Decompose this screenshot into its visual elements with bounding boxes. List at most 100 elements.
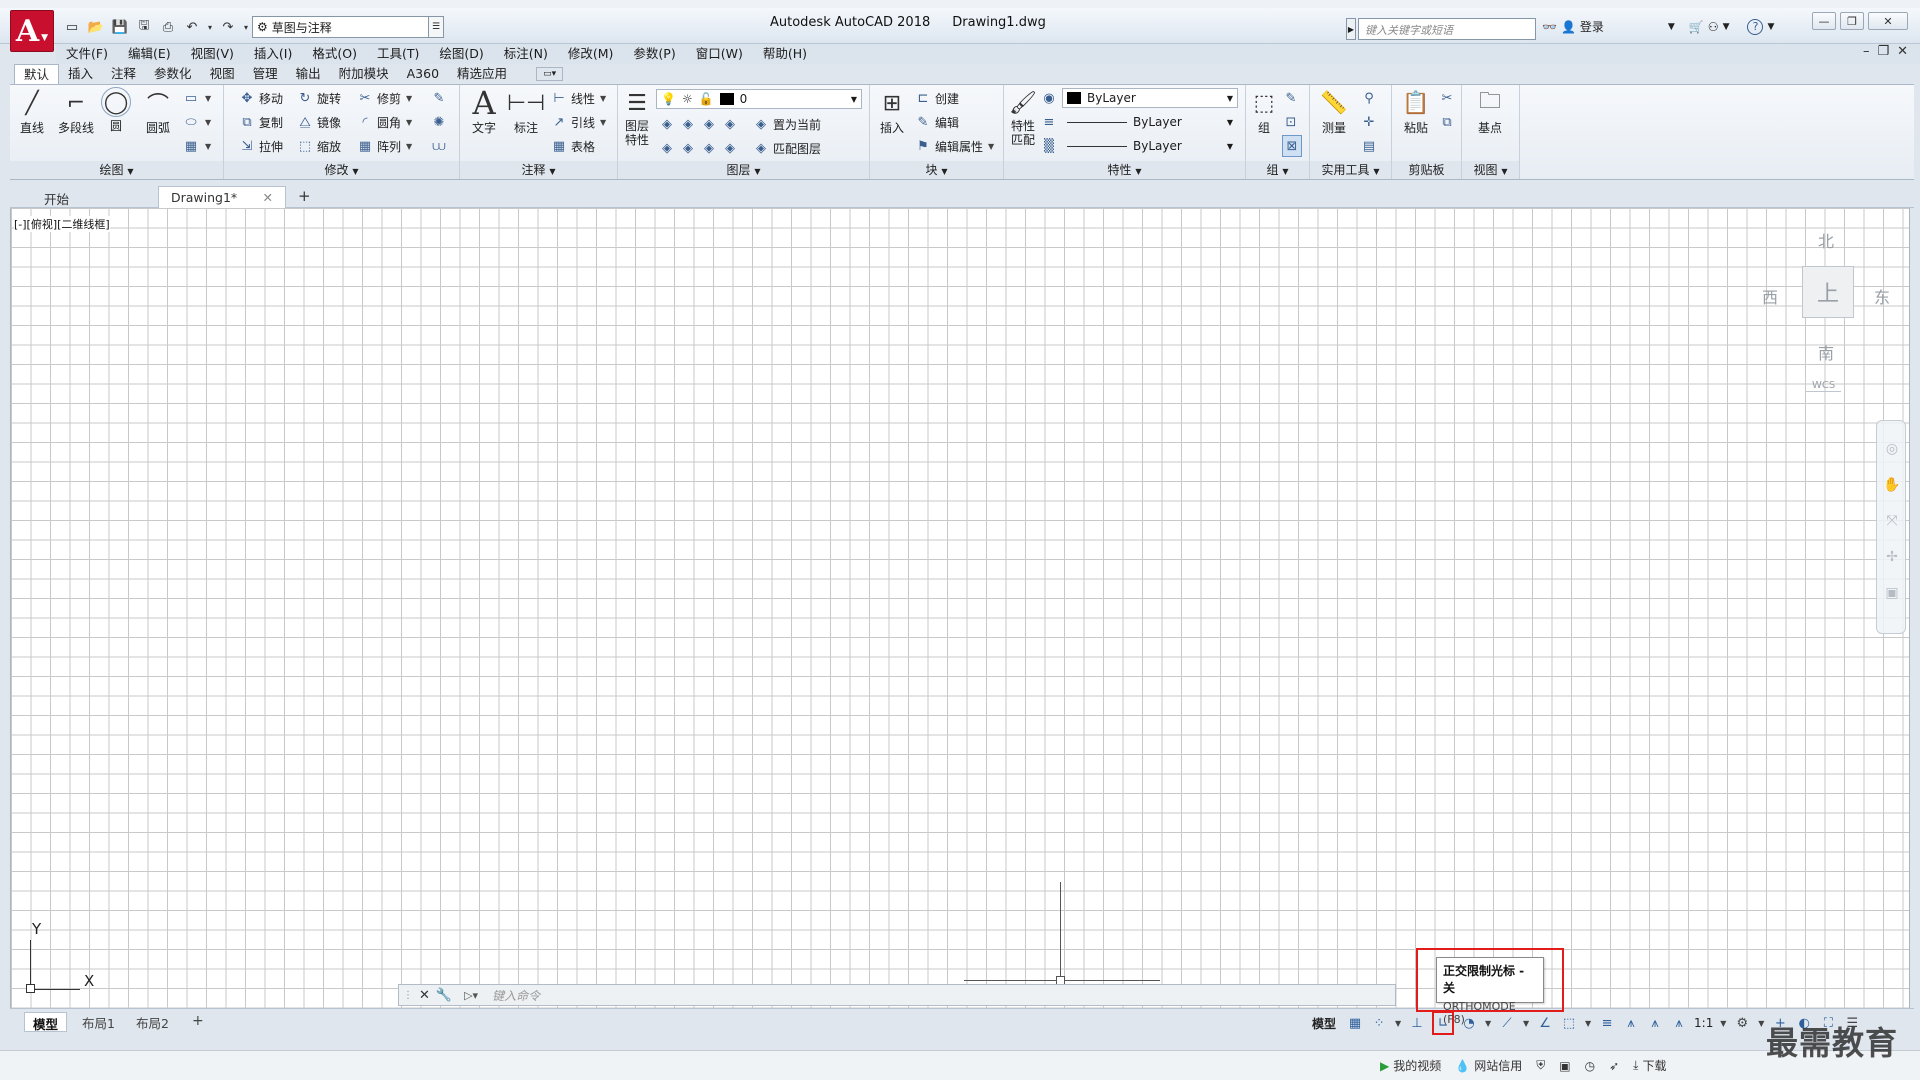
application-menu-button[interactable]: A ▼: [10, 10, 54, 52]
showmotion-icon[interactable]: ▣: [1883, 585, 1901, 603]
shield-icon[interactable]: ⛨: [1536, 1058, 1545, 1073]
site-trust-link[interactable]: 💧 网站信用: [1455, 1057, 1522, 1074]
tab-addins[interactable]: 附加模块: [330, 64, 398, 84]
calculator-button[interactable]: ▤: [1360, 135, 1378, 157]
leader-button[interactable]: ↗ 引线 ▼: [550, 111, 607, 133]
tab-view[interactable]: 视图: [201, 64, 244, 84]
linear-button[interactable]: ⊢ 线性 ▼: [550, 87, 606, 109]
line-button[interactable]: ╱ 直线: [12, 87, 52, 136]
set-current-button[interactable]: ◈ 置为当前: [752, 113, 821, 135]
menu-edit[interactable]: 编辑(E): [118, 44, 181, 64]
auto-scale-icon[interactable]: ⩚: [1646, 1014, 1664, 1032]
close-icon[interactable]: ✕: [263, 190, 273, 205]
hatch-button[interactable]: ⬭ ▼: [182, 111, 211, 133]
base-view-button[interactable]: 🗀 基点: [1470, 87, 1510, 136]
redo-dropdown-icon[interactable]: ▾: [242, 17, 250, 37]
grid-icon[interactable]: ▦: [1346, 1014, 1364, 1032]
panel-utilities-title[interactable]: 实用工具 ▼: [1310, 161, 1391, 179]
menu-parametric[interactable]: 参数(P): [623, 44, 685, 64]
menu-modify[interactable]: 修改(M): [558, 44, 624, 64]
transparency-button[interactable]: ▒: [1040, 135, 1058, 157]
annotation-scale-icon[interactable]: ⩚: [1670, 1014, 1688, 1032]
measure-button[interactable]: 📏 测量: [1314, 87, 1354, 136]
chevron-down-icon[interactable]: ▼: [1584, 1014, 1592, 1032]
customize-qat-button[interactable]: ☰: [428, 16, 444, 38]
workspace-select[interactable]: ⚙ 草图与注释 ▼: [252, 16, 444, 38]
layer-tool-2[interactable]: ◈ ◈ ◈ ◈: [658, 137, 739, 159]
menu-view[interactable]: 视图(V): [181, 44, 244, 64]
save-as-icon[interactable]: 🖫: [134, 17, 154, 37]
point-button[interactable]: ✛: [1360, 111, 1378, 133]
search-expand-button[interactable]: ▶: [1346, 18, 1356, 40]
scale-button[interactable]: ⬚ 缩放: [296, 135, 341, 157]
panel-draw-title[interactable]: 绘图 ▼: [10, 161, 223, 179]
wcs-menu[interactable]: WCS: [1806, 380, 1842, 392]
search-input[interactable]: 键入关键字或短语: [1358, 18, 1536, 40]
object-snap-tracking-icon[interactable]: ∠: [1536, 1014, 1554, 1032]
panel-layers-title[interactable]: 图层 ▼: [618, 161, 869, 179]
trim-button[interactable]: ✂ 修剪 ▼: [356, 87, 413, 109]
layer-tool-1[interactable]: ◈ ◈ ◈ ◈: [658, 113, 739, 135]
tab-a360[interactable]: A360: [398, 64, 448, 84]
tab-drawing1[interactable]: Drawing1* ✕: [158, 186, 286, 208]
group-button[interactable]: ⬚ 组: [1248, 87, 1280, 136]
menu-file[interactable]: 文件(F): [56, 44, 118, 64]
match-layer-button[interactable]: ◈ 匹配图层: [752, 137, 821, 159]
close-icon[interactable]: ✕: [419, 988, 430, 1003]
orbit-icon[interactable]: ✢: [1883, 549, 1901, 567]
new-tab-button[interactable]: +: [292, 186, 318, 208]
tab-manage[interactable]: 管理: [244, 64, 287, 84]
prompt-icon[interactable]: ▷▾: [464, 989, 478, 1002]
menu-insert[interactable]: 插入(I): [244, 44, 302, 64]
object-snap-icon[interactable]: ⬚: [1560, 1014, 1578, 1032]
circle-button[interactable]: ◯ 圆: [96, 87, 136, 134]
undo-dropdown-icon[interactable]: ▾: [206, 17, 214, 37]
grip-icon[interactable]: ⋮: [403, 990, 413, 1001]
gradient-button[interactable]: ▦ ▼: [182, 135, 211, 157]
tab-insert[interactable]: 插入: [59, 64, 102, 84]
tab-model[interactable]: 模型: [24, 1012, 68, 1032]
zoom-extents-icon[interactable]: ⤧: [1883, 513, 1901, 531]
viewport-controls-label[interactable]: [-][俯视][二维线框]: [14, 216, 110, 232]
menu-draw[interactable]: 绘图(D): [429, 44, 493, 64]
tab-layout1[interactable]: 布局1: [74, 1012, 123, 1032]
create-block-button[interactable]: ⊏ 创建: [914, 87, 959, 109]
chevron-down-icon[interactable]: ▼: [1723, 22, 1730, 32]
panel-properties-title[interactable]: 特性 ▼: [1004, 161, 1245, 179]
insert-block-button[interactable]: ⊞ 插入: [872, 87, 912, 136]
redo-icon[interactable]: ↷: [218, 17, 238, 37]
dimension-button[interactable]: ⊢⊣ 标注: [506, 87, 546, 136]
color-select[interactable]: ByLayer ▼: [1062, 88, 1238, 108]
erase-button[interactable]: ✎: [430, 87, 448, 109]
mirror-button[interactable]: ⧋ 镜像: [296, 111, 341, 133]
tab-layout2[interactable]: 布局2: [128, 1012, 177, 1032]
lineweight-button[interactable]: ≡: [1040, 111, 1058, 133]
viewcube-south[interactable]: 南: [1818, 340, 1834, 364]
lineweight-status-icon[interactable]: ≡: [1598, 1014, 1616, 1032]
rotate-button[interactable]: ↻ 旋转: [296, 87, 341, 109]
panel-block-title[interactable]: 块 ▼: [870, 161, 1003, 179]
viewcube-top-face[interactable]: 上: [1802, 266, 1854, 318]
gear-icon[interactable]: ⚙: [1733, 1014, 1751, 1032]
pan-hand-icon[interactable]: ✋: [1883, 477, 1901, 495]
ungroup-button[interactable]: ✎: [1282, 87, 1300, 109]
paste-button[interactable]: 📋 粘贴: [1396, 87, 1436, 136]
menu-tools[interactable]: 工具(T): [367, 44, 429, 64]
new-file-icon[interactable]: ▭: [62, 17, 82, 37]
ribbon-toggle-button[interactable]: ▭▾: [536, 67, 564, 81]
move-button[interactable]: ✥ 移动: [238, 87, 283, 109]
lineweight-select[interactable]: ByLayer ▼: [1062, 136, 1238, 156]
explode-button[interactable]: ✺: [430, 111, 448, 133]
arc-button[interactable]: ⌒ 圆弧: [138, 87, 178, 136]
array-button[interactable]: ▦ 阵列 ▼: [356, 135, 412, 157]
text-button[interactable]: A 文字: [464, 84, 504, 136]
fillet-button[interactable]: ◜ 圆角 ▼: [356, 111, 412, 133]
chevron-down-icon[interactable]: ▼: [1668, 22, 1675, 32]
offset-button[interactable]: ⩊: [430, 135, 448, 157]
menu-format[interactable]: 格式(O): [302, 44, 367, 64]
my-video-link[interactable]: ▶ 我的视频: [1380, 1057, 1441, 1074]
snap-icon[interactable]: ⁘: [1370, 1014, 1388, 1032]
rectangle-button[interactable]: ▭ ▼: [182, 87, 211, 109]
download-link[interactable]: ⤓ 下载: [1633, 1057, 1666, 1074]
tab-output[interactable]: 输出: [287, 64, 330, 84]
